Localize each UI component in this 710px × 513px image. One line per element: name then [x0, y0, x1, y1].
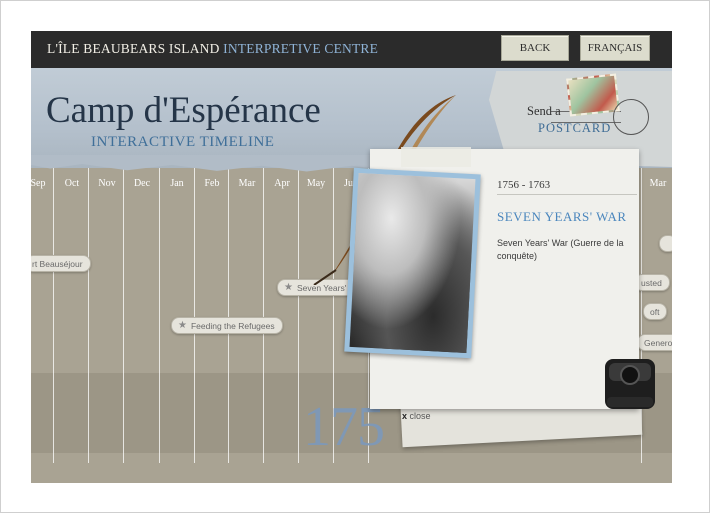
event-pill[interactable]: ★ Feeding the Refugees — [171, 317, 283, 334]
month-label: Oct — [64, 178, 80, 189]
month-divider — [159, 163, 160, 463]
month-divider — [194, 163, 195, 463]
month-divider — [263, 163, 264, 463]
brand-name: L'ÎLE BEAUBEARS ISLAND — [47, 41, 220, 56]
event-pill[interactable]: rt Beauséjour — [31, 255, 91, 272]
top-bar: L'ÎLE BEAUBEARS ISLAND INTERPRETIVE CENT… — [31, 31, 672, 68]
star-icon: ★ — [178, 320, 187, 331]
month-divider — [228, 163, 229, 463]
send-postcard-link[interactable]: POSTCARD — [538, 121, 611, 136]
timeline-app: L'ÎLE BEAUBEARS ISLAND INTERPRETIVE CENT… — [31, 31, 672, 483]
month-label: Apr — [274, 178, 290, 189]
send-label: Send a — [527, 104, 561, 118]
month-label: Feb — [204, 178, 220, 189]
site-brand: L'ÎLE BEAUBEARS ISLAND INTERPRETIVE CENT… — [47, 41, 378, 57]
battle-image — [349, 173, 476, 353]
event-dates: 1756 - 1763 — [497, 179, 551, 191]
event-description: Seven Years' War (Guerre de la conquête) — [497, 238, 624, 261]
month-label: Mar — [649, 178, 667, 189]
event-label: rt Beauséjour — [32, 258, 83, 269]
language-toggle-button[interactable]: FRANÇAIS — [580, 35, 650, 61]
stamp-icon — [566, 73, 620, 117]
inkwell-icon — [605, 359, 655, 409]
close-button[interactable]: x close — [402, 411, 431, 421]
event-label: oft — [650, 306, 660, 317]
card-divider — [497, 194, 637, 195]
month-label: Nov — [98, 178, 116, 189]
event-pill[interactable]: oft — [643, 303, 668, 320]
page-subtitle: INTERACTIVE TIMELINE — [91, 134, 275, 150]
event-pill[interactable]: usted — [634, 274, 670, 291]
month-label: Mar — [238, 178, 256, 189]
event-label: usted — [641, 277, 662, 288]
star-icon: ★ — [284, 282, 293, 293]
month-divider — [123, 163, 124, 463]
event-title: SEVEN YEARS' WAR — [497, 209, 627, 224]
postmark-icon — [613, 99, 649, 135]
event-label: Feeding the Refugees — [190, 320, 275, 331]
event-photo — [344, 167, 481, 359]
close-label: close — [409, 411, 431, 421]
event-pill[interactable]: Generou — [637, 334, 672, 351]
page-title: Camp d'Espérance — [46, 90, 321, 131]
month-divider — [88, 163, 89, 463]
back-button[interactable]: BACK — [501, 35, 569, 61]
event-pill[interactable] — [659, 235, 672, 252]
month-label: Dec — [133, 178, 151, 189]
close-icon: x — [402, 411, 408, 421]
brand-tagline: INTERPRETIVE CENTRE — [223, 41, 379, 56]
month-label: Jan — [170, 178, 184, 189]
event-label: Generou — [644, 337, 672, 348]
month-label: Sep — [31, 178, 46, 189]
month-divider — [298, 163, 299, 463]
month-divider — [53, 163, 54, 463]
tape-strip — [401, 147, 471, 167]
